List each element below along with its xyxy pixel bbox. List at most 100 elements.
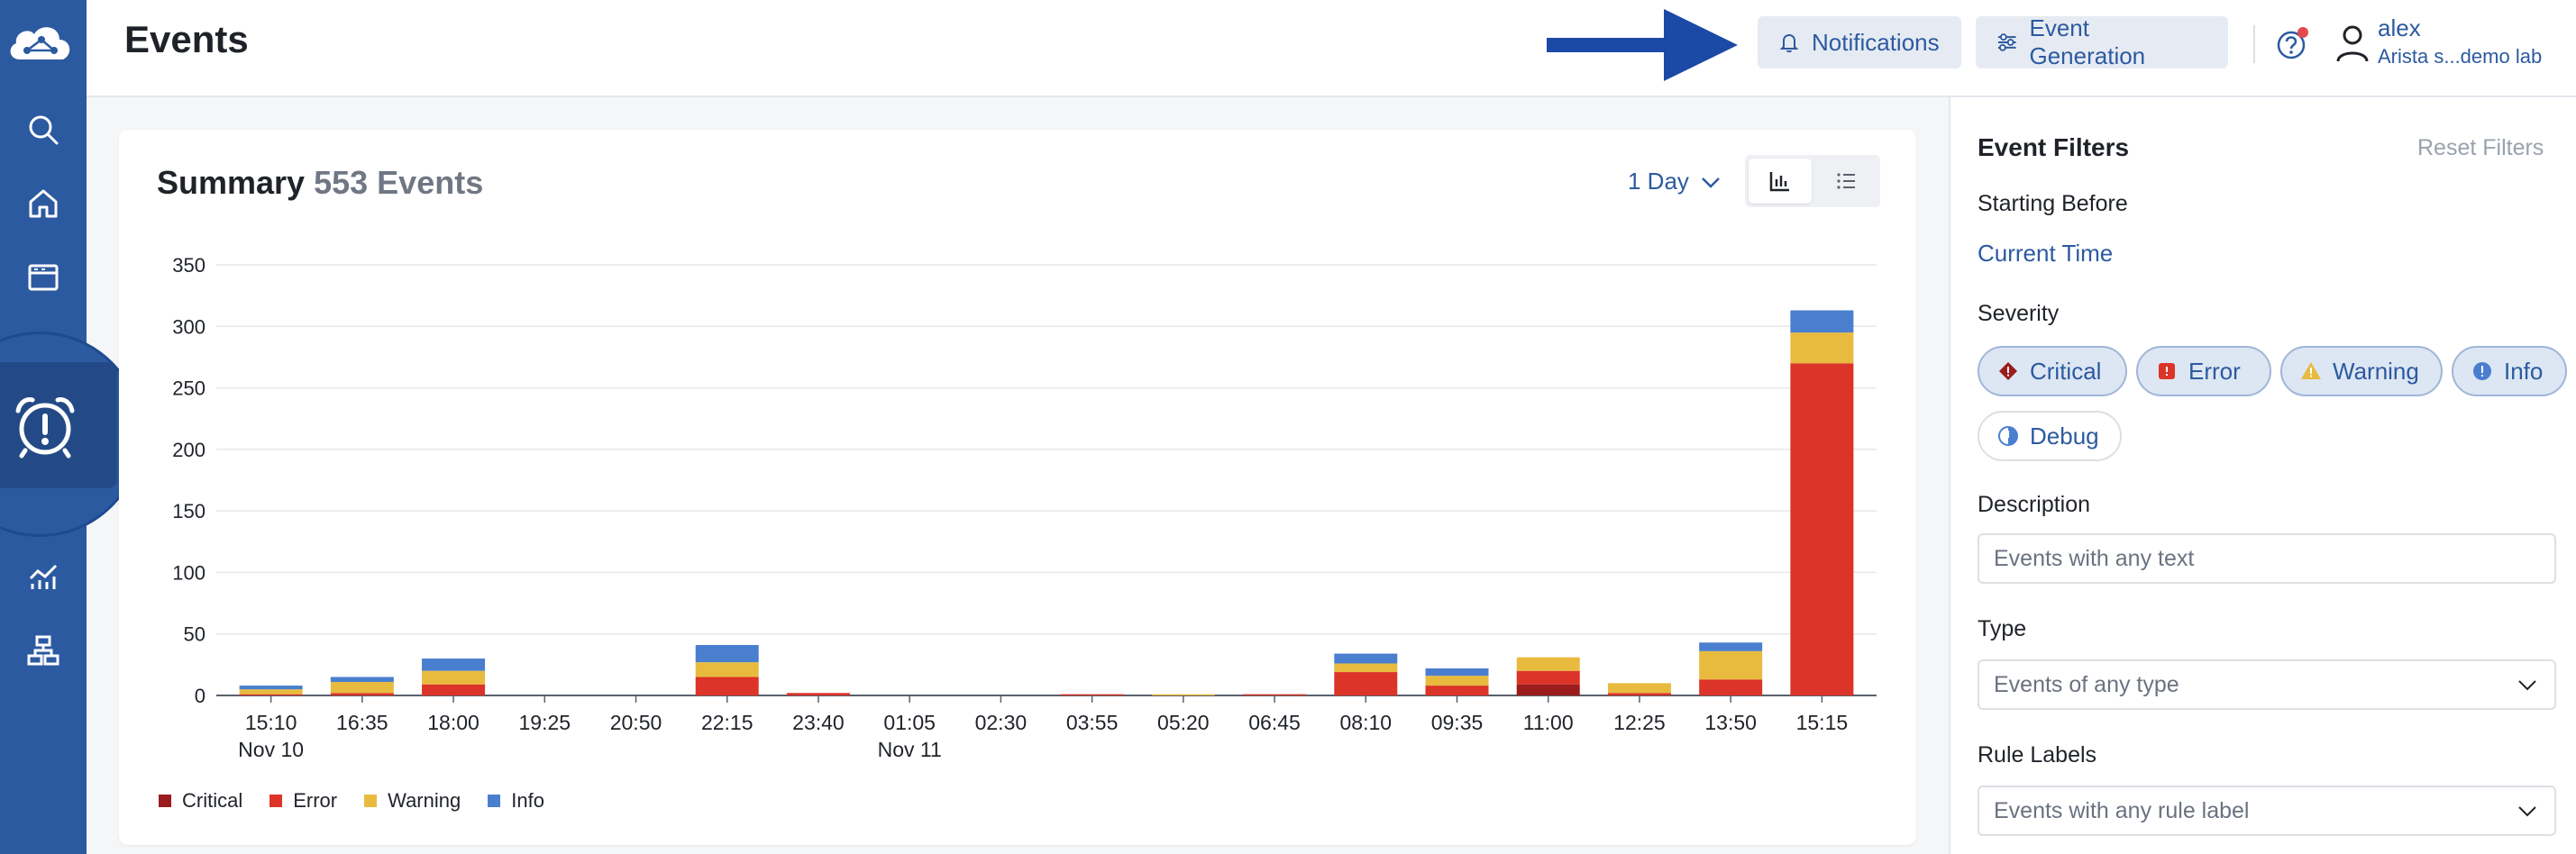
bar-segment-warning[interactable]	[239, 689, 303, 695]
x-tick-label: 01:05	[883, 711, 936, 734]
chip-label: Info	[2504, 357, 2544, 385]
bar-segment-warning[interactable]	[1334, 663, 1398, 673]
time-range-select[interactable]: 1 Day	[1628, 168, 1723, 195]
bar-segment-info[interactable]	[695, 645, 759, 663]
summary-card: Summary 553 Events 1 Day 0 50 100 150 200 250…	[119, 130, 1916, 845]
type-select[interactable]: Events of any type	[1978, 659, 2556, 710]
bar-segment-critical[interactable]	[1516, 684, 1580, 695]
y-tick-label: 300	[172, 315, 206, 338]
bar-segment-warning[interactable]	[1790, 332, 1854, 364]
rule-labels-label: Rule Labels	[1978, 742, 2097, 768]
events-stacked-bar-chart: 0 50 100 150 200 250 300 350 15:10 Nov 10 16:35 18:…	[172, 254, 1877, 761]
starting-before-label: Starting Before	[1978, 191, 2128, 216]
sidebar	[0, 0, 142, 854]
notifications-button[interactable]: Notifications	[1758, 16, 1961, 68]
x-tick-label: 02:30	[975, 711, 1028, 734]
legend-swatch	[159, 795, 171, 807]
error-square-icon	[2159, 363, 2175, 379]
cloud-logo-icon[interactable]	[4, 18, 78, 74]
y-tick-label: 250	[172, 377, 206, 400]
analytics-chart-icon[interactable]	[16, 550, 70, 604]
bar-segment-warning[interactable]	[695, 662, 759, 677]
description-placeholder: Events with any text	[1994, 545, 2195, 571]
user-name[interactable]: alex	[2378, 14, 2421, 42]
bar-segment-info[interactable]	[1699, 642, 1763, 651]
severity-chip-critical[interactable]: Critical	[1978, 346, 2127, 396]
event-generation-button[interactable]: Event Generation	[1976, 14, 2228, 69]
severity-chip-error[interactable]: Error	[2136, 346, 2271, 396]
legend-item-warning[interactable]: Warning	[364, 789, 461, 813]
network-topology-icon[interactable]	[16, 623, 70, 677]
bar-segment-warning[interactable]	[330, 681, 394, 694]
legend-swatch	[488, 795, 501, 807]
bar-chart-icon	[1769, 172, 1789, 192]
critical-diamond-icon	[1999, 362, 2017, 380]
bar-segment-warning[interactable]	[1516, 657, 1580, 671]
bar-segment-error[interactable]	[330, 693, 394, 695]
header-divider	[2253, 25, 2255, 63]
bar-segment-warning[interactable]	[422, 670, 486, 685]
x-tick-label: 12:25	[1613, 711, 1666, 734]
x-tick-label: 06:45	[1248, 711, 1301, 734]
severity-chip-info[interactable]: Info	[2452, 346, 2567, 396]
event-generation-label: Event Generation	[2029, 14, 2146, 69]
search-icon[interactable]	[16, 103, 70, 157]
home-icon[interactable]	[16, 177, 70, 231]
sidebar-item-events[interactable]	[0, 362, 117, 488]
type-select-value: Events of any type	[1994, 671, 2179, 697]
user-organization[interactable]: Arista s...demo lab	[2378, 45, 2542, 68]
bar-segment-error[interactable]	[1607, 693, 1671, 695]
starting-before-value[interactable]: Current Time	[1978, 240, 2113, 268]
legend-swatch	[269, 795, 283, 807]
legend-item-error[interactable]: Error	[269, 789, 337, 813]
bar-segment-info[interactable]	[330, 677, 394, 682]
notifications-label: Notifications	[1812, 28, 1940, 56]
sliders-icon	[1997, 33, 2016, 51]
bar-segment-error[interactable]	[1516, 670, 1580, 685]
legend-swatch	[364, 795, 378, 807]
legend-item-critical[interactable]: Critical	[159, 789, 242, 813]
user-avatar-icon[interactable]	[2334, 23, 2370, 63]
list-view-button[interactable]	[1815, 159, 1877, 204]
x-tick-label: 23:40	[792, 711, 845, 734]
bar-segment-info[interactable]	[422, 659, 486, 671]
rule-labels-select[interactable]: Events with any rule label	[1978, 786, 2556, 836]
severity-chip-debug[interactable]: Debug	[1978, 411, 2122, 461]
bell-icon	[1779, 33, 1799, 53]
bar-segment-info[interactable]	[1790, 310, 1854, 333]
bar-segment-warning[interactable]	[1699, 650, 1763, 680]
summary-title: Summary 553 Events	[157, 164, 483, 202]
x-tick-label: 19:25	[518, 711, 571, 734]
reset-filters-button[interactable]: Reset Filters	[2417, 135, 2544, 161]
bar-segment-error[interactable]	[786, 693, 850, 695]
chevron-down-icon	[2518, 680, 2536, 691]
event-filters-panel: Event Filters Reset Filters Starting Bef…	[1949, 97, 2576, 854]
y-tick-label: 100	[172, 561, 206, 584]
description-input[interactable]: Events with any text	[1978, 533, 2556, 584]
bar-segment-warning[interactable]	[1607, 683, 1671, 694]
bar-segment-error[interactable]	[1334, 672, 1398, 695]
legend-item-info[interactable]: Info	[488, 789, 544, 813]
x-tick-label: 09:35	[1431, 711, 1484, 734]
page-title: Events	[124, 18, 249, 60]
chip-label: Warning	[2333, 357, 2419, 385]
bar-segment-info[interactable]	[1425, 668, 1489, 677]
bar-segment-info[interactable]	[239, 686, 303, 690]
severity-chip-warning[interactable]: Warning	[2280, 346, 2443, 396]
bar-segment-info[interactable]	[1334, 653, 1398, 664]
bar-segment-error[interactable]	[1699, 679, 1763, 695]
chevron-down-icon	[2518, 806, 2536, 817]
chart-view-button[interactable]	[1749, 159, 1812, 204]
bar-segment-error[interactable]	[1425, 686, 1489, 695]
app-window: Events Notifications Event Generation al…	[0, 0, 2576, 854]
bar-segment-error[interactable]	[1790, 363, 1854, 695]
list-icon	[1837, 173, 1855, 189]
help-icon[interactable]	[2275, 25, 2311, 61]
bar-segment-error[interactable]	[422, 684, 486, 695]
bar-segment-warning[interactable]	[1425, 676, 1489, 686]
y-tick-label: 150	[172, 500, 206, 522]
bar-segment-error[interactable]	[695, 677, 759, 695]
warning-triangle-icon	[2301, 362, 2321, 379]
filters-title: Event Filters	[1978, 133, 2130, 161]
browser-window-icon[interactable]	[16, 250, 70, 304]
